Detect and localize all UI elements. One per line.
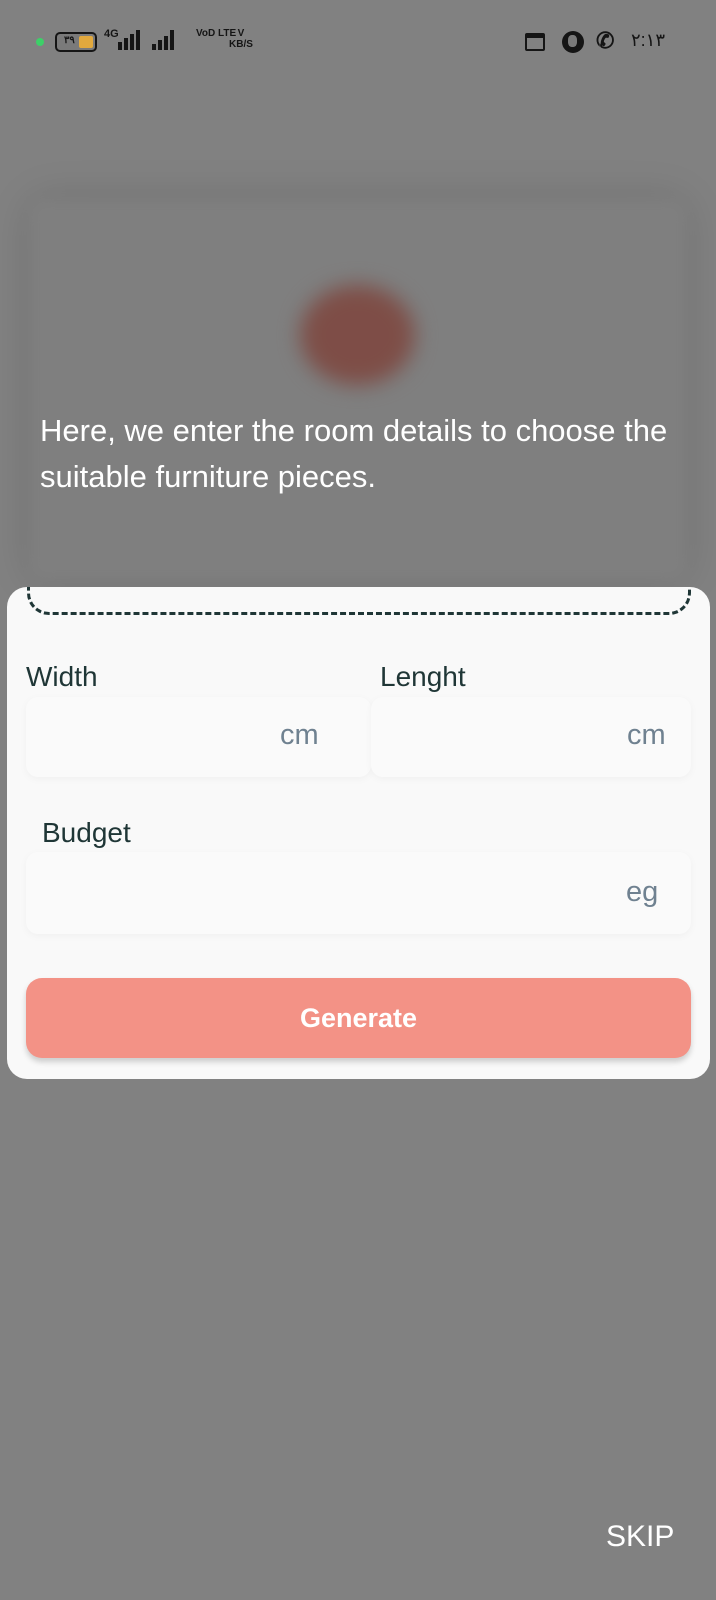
signal-strength-icon <box>118 30 140 50</box>
budget-unit: eg <box>626 876 659 908</box>
budget-input[interactable]: eg <box>26 852 691 934</box>
network-type: 4G <box>104 28 119 40</box>
width-input[interactable]: cm <box>26 697 371 777</box>
generate-button[interactable]: Generate <box>26 978 691 1058</box>
skip-button[interactable]: SKIP <box>606 1520 674 1554</box>
length-input[interactable]: cm <box>371 697 691 777</box>
phone-icon: ✆ <box>596 28 615 53</box>
room-details-form: Width cm Lenght cm Budget eg Generate <box>7 587 710 1079</box>
width-unit: cm <box>280 719 319 751</box>
calendar-icon <box>525 33 545 51</box>
budget-label: Budget <box>42 817 131 848</box>
network-speed: V KB/S <box>229 28 253 50</box>
notification-dot-icon <box>36 38 44 46</box>
tutorial-description: Here, we enter the room details to choos… <box>40 413 668 494</box>
status-bar: ٣٩ 4G VoD LTE V KB/S ✆ ٢:١٣ <box>0 0 716 84</box>
battery-icon: ٣٩ <box>55 32 97 52</box>
width-label: Width <box>26 661 98 692</box>
length-label: Lenght <box>380 661 466 692</box>
battery-level: ٣٩ <box>64 35 75 46</box>
globe-icon <box>562 31 584 53</box>
highlight-border <box>27 587 691 615</box>
clock: ٢:١٣ <box>631 30 666 50</box>
signal-strength-icon-2 <box>152 30 174 50</box>
length-unit: cm <box>627 719 666 751</box>
